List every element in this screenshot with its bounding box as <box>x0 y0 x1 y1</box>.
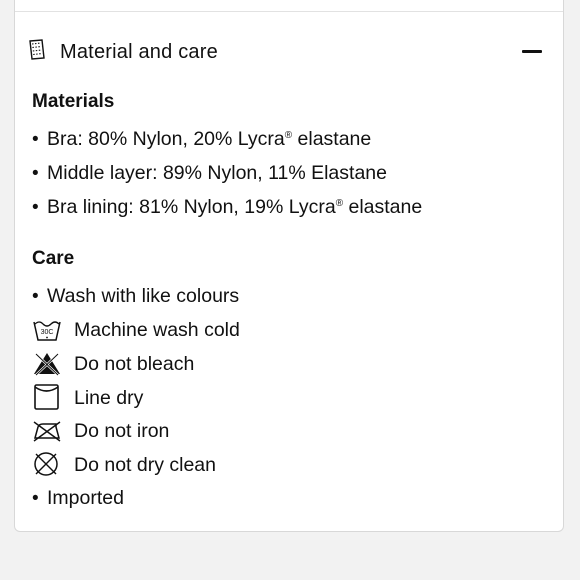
minus-icon[interactable] <box>522 47 544 57</box>
care-item-text: Do not dry clean <box>74 454 216 476</box>
care-item: • Imported <box>32 487 124 509</box>
no-bleach-icon <box>34 353 60 376</box>
care-item-text: Wash with like colours <box>47 285 240 307</box>
materials-heading: Materials <box>32 91 115 112</box>
accordion-title: Material and care <box>60 41 218 63</box>
material-item-text: Bra: 80% Nylon, 20% Lycra® elastane <box>47 128 372 150</box>
line-dry-icon <box>34 384 59 410</box>
material-item: • Middle layer: 89% Nylon, 11% Elastane <box>32 162 387 184</box>
care-item: • Wash with like colours <box>32 285 240 307</box>
material-item: • Bra: 80% Nylon, 20% Lycra® elastane <box>32 128 372 150</box>
care-heading: Care <box>32 248 75 269</box>
care-item-text: Imported <box>47 487 124 509</box>
material-care-card: Material and care Materials • Bra: 80% Ny… <box>14 0 564 532</box>
material-item: • Bra lining: 81% Nylon, 19% Lycra® elast… <box>32 196 423 218</box>
material-care-accordion-header[interactable]: Material and care <box>15 12 563 88</box>
care-item-text: Machine wash cold <box>74 319 240 341</box>
no-dry-clean-icon <box>34 452 58 476</box>
care-item-text: Do not iron <box>74 420 170 442</box>
care-item-text: Line dry <box>74 387 144 409</box>
no-iron-icon <box>33 421 61 442</box>
fabric-tag-icon <box>29 39 45 60</box>
material-item-text: Middle layer: 89% Nylon, 11% Elastane <box>47 162 387 184</box>
material-item-text: Bra lining: 81% Nylon, 19% Lycra® elasta… <box>47 196 423 218</box>
svg-text:30C: 30C <box>41 329 54 336</box>
wash-30c-icon: 30C <box>33 321 61 341</box>
care-item-text: Do not bleach <box>74 353 195 375</box>
